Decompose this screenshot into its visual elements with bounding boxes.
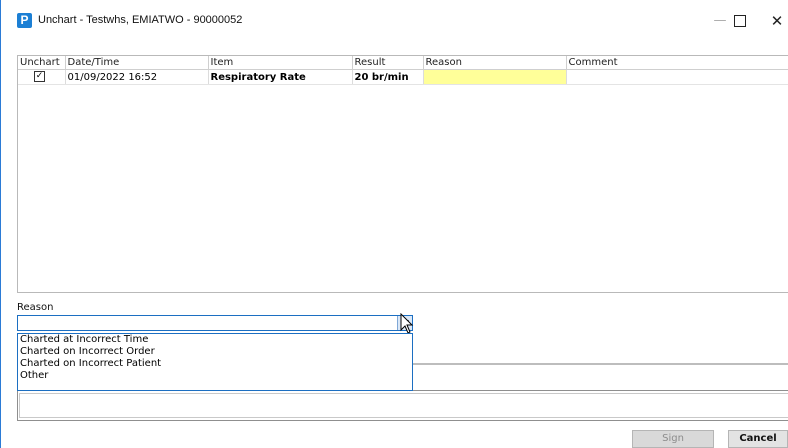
sign-button[interactable]: Sign — [632, 430, 714, 448]
dropdown-option-incorrect-time[interactable]: Charted at Incorrect Time — [18, 334, 412, 346]
reason-dropdown-list[interactable]: Charted at Incorrect Time Charted on Inc… — [17, 333, 413, 391]
col-header-unchart[interactable]: Unchart — [18, 56, 66, 70]
app-icon: P — [17, 13, 32, 28]
dropdown-option-other[interactable]: Other — [18, 370, 412, 382]
unchart-cell[interactable]: ✓ — [18, 69, 66, 85]
col-header-reason[interactable]: Reason — [423, 56, 567, 70]
result-cell: 20 br/min — [352, 69, 424, 85]
col-header-item[interactable]: Item — [208, 56, 353, 70]
col-header-result[interactable]: Result — [352, 56, 424, 70]
window-border — [0, 0, 1, 448]
maximize-button[interactable] — [725, 8, 755, 34]
cancel-button[interactable]: Cancel — [728, 430, 788, 448]
table-header-row: Unchart Date/Time Item Result Reason Com… — [18, 56, 788, 70]
datetime-cell: 01/09/2022 16:52 — [65, 69, 209, 85]
reason-cell[interactable] — [423, 69, 567, 85]
dropdown-option-incorrect-order[interactable]: Charted on Incorrect Order — [18, 346, 412, 358]
comment-cell[interactable] — [566, 69, 788, 85]
unchart-checkbox[interactable]: ✓ — [34, 71, 45, 83]
title-bar: P Unchart - Testwhs, EMIATWO - 90000052 … — [1, 0, 788, 44]
mouse-cursor-icon — [400, 313, 414, 334]
table-row[interactable]: ✓ 01/09/2022 16:52 Respiratory Rate 20 b… — [18, 69, 788, 85]
reason-dropdown[interactable] — [17, 315, 413, 331]
dropdown-option-incorrect-patient[interactable]: Charted on Incorrect Patient — [18, 358, 412, 370]
col-header-datetime[interactable]: Date/Time — [65, 56, 209, 70]
close-button[interactable]: ✕ — [759, 8, 788, 34]
reason-label: Reason — [17, 302, 54, 313]
item-cell: Respiratory Rate — [208, 69, 353, 85]
window-title: Unchart - Testwhs, EMIATWO - 90000052 — [38, 14, 243, 26]
unchart-table: Unchart Date/Time Item Result Reason Com… — [18, 56, 788, 85]
maximize-icon — [734, 14, 746, 27]
col-header-comment[interactable]: Comment — [566, 56, 788, 70]
comment-field-inner — [19, 393, 788, 418]
unchart-grid[interactable]: Unchart Date/Time Item Result Reason Com… — [17, 55, 788, 293]
